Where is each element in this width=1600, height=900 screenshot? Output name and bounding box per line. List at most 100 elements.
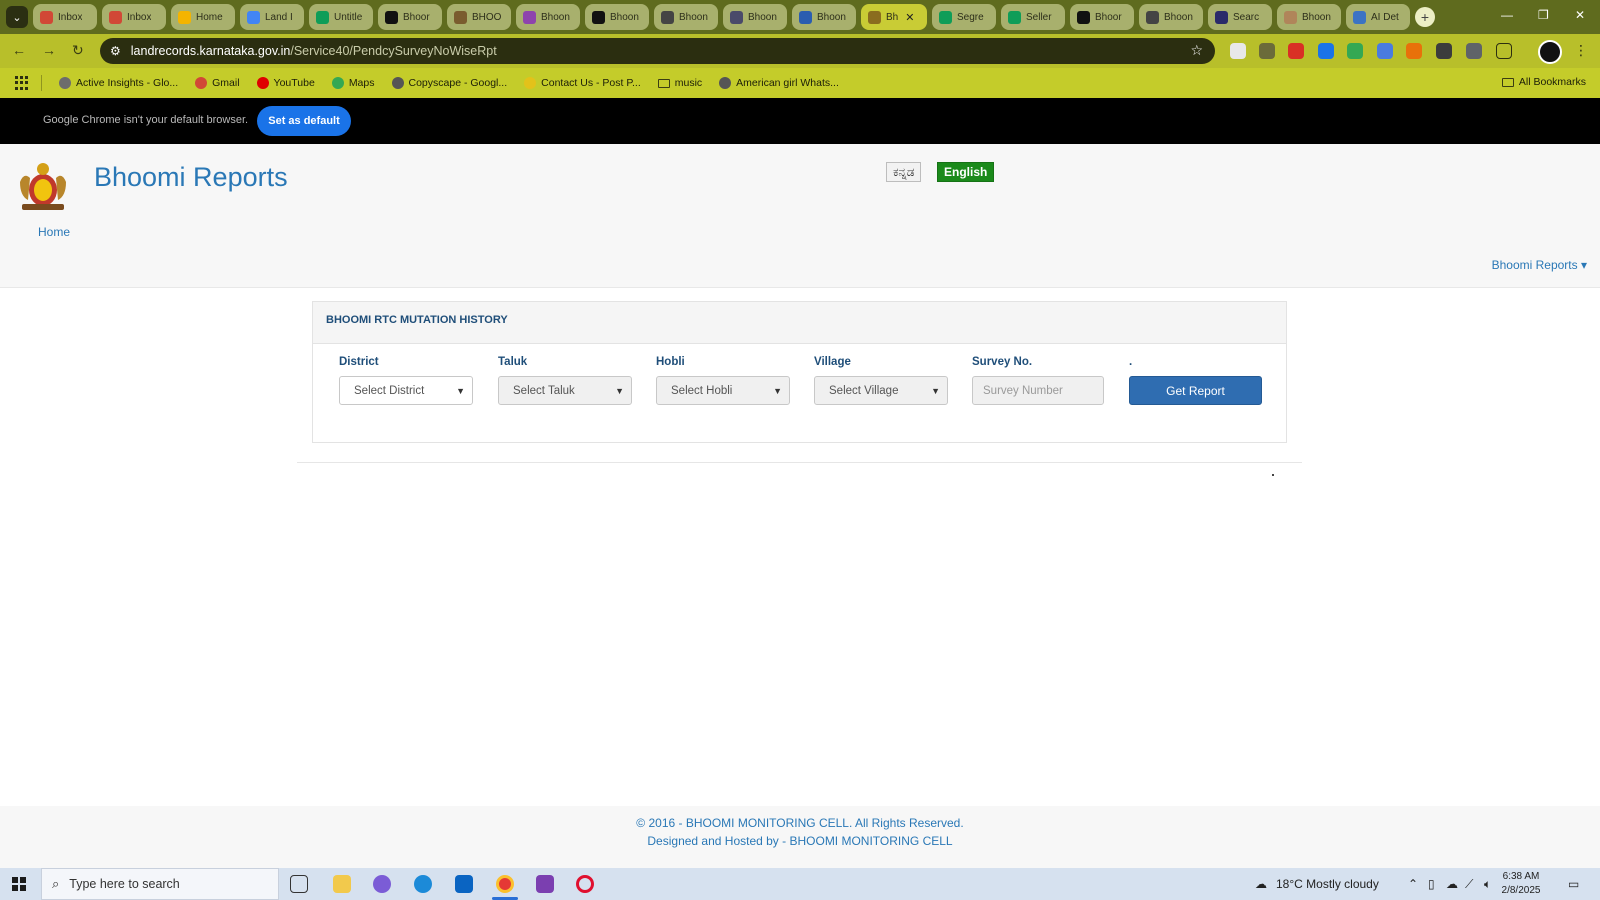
village-select[interactable]: Select Village ▼ [814, 376, 948, 405]
extensions-puzzle-icon[interactable] [1496, 43, 1512, 59]
bookmark-item[interactable]: YouTube [256, 77, 315, 89]
bookmark-favicon-icon [195, 77, 208, 89]
network-icon[interactable]: ⟋ [1465, 877, 1473, 892]
hobli-select[interactable]: Select Hobli ▼ [656, 376, 790, 405]
taskbar-search-box[interactable]: ⌕ Type here to search [41, 868, 279, 900]
tab-favicon-icon [454, 10, 467, 24]
get-report-button[interactable]: Get Report [1129, 376, 1262, 405]
tab-title: Segre [957, 11, 984, 23]
extension-dark-icon[interactable] [1436, 43, 1452, 59]
tab[interactable]: Land I [240, 4, 304, 30]
tab[interactable]: Seller [1001, 4, 1065, 30]
bookmark-label: Active Insights - Glo... [76, 77, 179, 89]
tab[interactable]: Bhoon [1277, 4, 1341, 30]
bookmark-item[interactable]: music [657, 77, 703, 89]
notifications-icon[interactable]: ▭ [1568, 877, 1579, 891]
tab[interactable]: BHOO [447, 4, 511, 30]
battery-icon[interactable]: ▯ [1428, 877, 1435, 891]
tab-title: Bhoon [610, 11, 639, 23]
english-language-button[interactable]: English [937, 162, 995, 182]
extension-orange-icon[interactable] [1406, 43, 1422, 59]
copilot-icon[interactable] [373, 875, 391, 893]
tab[interactable]: Untitle [309, 4, 373, 30]
tab-active[interactable]: Bh ✕ [861, 4, 927, 30]
extension-m-icon[interactable] [1318, 43, 1334, 59]
new-tab-button[interactable]: + [1415, 7, 1435, 27]
taluk-select-value: Select Taluk [513, 384, 575, 397]
profile-avatar[interactable] [1538, 40, 1562, 64]
tab[interactable]: AI Det [1346, 4, 1410, 30]
tab-favicon-icon [523, 10, 536, 24]
tab[interactable]: Bhoon [516, 4, 580, 30]
onedrive-icon[interactable]: ☁ [1446, 877, 1458, 891]
chevron-up-icon[interactable]: ⌃ [1408, 877, 1418, 891]
extension-new-icon[interactable] [1288, 43, 1304, 59]
extension-box-icon[interactable] [1466, 43, 1482, 59]
menu-kebab-icon[interactable]: ⋮ [1574, 42, 1588, 59]
tab[interactable]: Home [171, 4, 235, 30]
windows-taskbar: ⌕ Type here to search ☁ 18°C Mostly clou… [0, 868, 1600, 900]
home-link[interactable]: Home [38, 225, 70, 239]
url-path: /Service40/PendcySurveyNoWiseRpt [290, 44, 497, 58]
tab[interactable]: Bhoor [1070, 4, 1134, 30]
bookmark-star-icon[interactable]: ☆ [1190, 42, 1203, 59]
bookmark-label: music [674, 77, 703, 89]
tab[interactable]: Bhoor [378, 4, 442, 30]
bookmark-item[interactable]: Contact Us - Post P... [524, 77, 641, 89]
banner-message: Google Chrome isn't your default browser… [43, 114, 249, 126]
back-icon[interactable]: ← [12, 42, 26, 58]
tab[interactable]: Bhoon [1139, 4, 1203, 30]
tab[interactable]: Searc [1208, 4, 1272, 30]
tab[interactable]: Bhoon [723, 4, 787, 30]
extension-grammarly-icon[interactable] [1230, 43, 1246, 59]
clipchamp-icon[interactable] [536, 875, 554, 893]
tab[interactable]: Inbox [33, 4, 97, 30]
weather-cloud-icon[interactable]: ☁ [1255, 877, 1267, 891]
tab[interactable]: Bhoon [792, 4, 856, 30]
bhoomi-reports-dropdown[interactable]: Bhoomi Reports ▾ [1492, 258, 1587, 272]
taskbar-clock[interactable]: 6:38 AM 2/8/2025 [1494, 870, 1548, 898]
reload-icon[interactable]: ↻ [72, 42, 84, 59]
address-bar[interactable]: ⚙ landrecords.karnataka.gov.in/Service40… [100, 38, 1215, 64]
bookmark-item[interactable]: Gmail [195, 77, 240, 89]
tab[interactable]: Bhoon [585, 4, 649, 30]
restore-icon[interactable]: ❐ [1538, 8, 1549, 22]
tab[interactable]: Segre [932, 4, 996, 30]
apps-grid-icon[interactable] [15, 76, 29, 90]
forward-icon[interactable]: → [42, 42, 56, 58]
village-select-value: Select Village [829, 384, 899, 397]
chrome-icon[interactable] [496, 875, 514, 893]
weather-text[interactable]: 18°C Mostly cloudy [1276, 877, 1379, 891]
kannada-language-button[interactable]: ಕನ್ನಡ [886, 162, 922, 182]
stray-dot [1272, 474, 1274, 476]
opera-icon[interactable] [576, 875, 594, 893]
edge-icon[interactable] [414, 875, 432, 893]
all-bookmarks-button[interactable]: All Bookmarks [1501, 76, 1586, 88]
tab[interactable]: Inbox [102, 4, 166, 30]
district-select[interactable]: Select District ▼ [339, 376, 473, 405]
extension-circle-icon[interactable] [1377, 43, 1393, 59]
bookmark-item[interactable]: Maps [331, 77, 375, 89]
task-view-icon[interactable] [290, 875, 308, 893]
tab-title: Bhoon [679, 11, 708, 23]
survey-number-input[interactable]: Survey Number [972, 376, 1104, 405]
tab[interactable]: Bhoon [654, 4, 718, 30]
extension-k-icon[interactable] [1259, 43, 1275, 59]
close-window-icon[interactable]: ✕ [1575, 8, 1585, 22]
tab-title: Home [196, 11, 223, 23]
tab-search-button[interactable]: ⌄ [6, 6, 28, 28]
set-as-default-button[interactable]: Set as default [257, 106, 351, 136]
volume-icon[interactable]: 🔈︎ [1484, 877, 1491, 892]
mutation-history-panel: BHOOMI RTC MUTATION HISTORY District Sel… [312, 301, 1287, 443]
site-info-icon[interactable]: ⚙ [110, 44, 121, 58]
windows-start-icon[interactable] [12, 877, 26, 891]
close-tab-icon[interactable]: ✕ [905, 11, 914, 24]
taluk-select[interactable]: Select Taluk ▼ [498, 376, 632, 405]
file-explorer-icon[interactable] [333, 875, 351, 893]
extension-pen-icon[interactable] [1347, 43, 1363, 59]
bookmark-item[interactable]: American girl Whats... [719, 77, 839, 89]
outlook-icon[interactable] [455, 875, 473, 893]
bookmark-item[interactable]: Copyscape - Googl... [391, 77, 507, 89]
minimize-icon[interactable]: — [1501, 8, 1513, 22]
bookmark-item[interactable]: Active Insights - Glo... [59, 77, 178, 89]
